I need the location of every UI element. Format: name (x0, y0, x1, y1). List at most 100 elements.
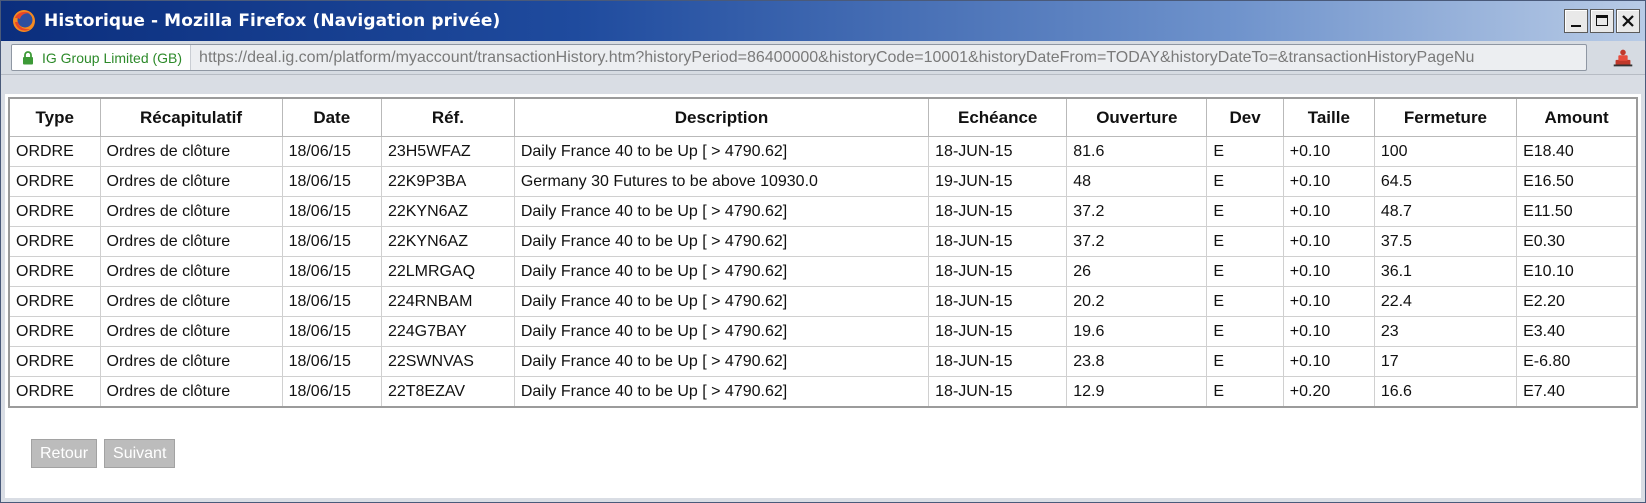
cell-ref: 224RNBAM (380, 286, 515, 317)
cell-echeance: 18-JUN-15 (928, 376, 1068, 408)
cell-recap: Ordres de clôture (99, 316, 283, 347)
cell-echeance: 18-JUN-15 (928, 226, 1068, 257)
table-row: ORDRE Ordres de clôture 18/06/15 224G7BAY Da… (8, 316, 1638, 347)
window-title: Historique - Mozilla Firefox (Navigation… (44, 11, 501, 31)
cell-ouverture: 37.2 (1066, 196, 1208, 227)
table-row: ORDRE Ordres de clôture 18/06/15 22T8EZAV Da… (8, 376, 1638, 408)
cell-dev: E (1206, 196, 1284, 227)
cell-date: 18/06/15 (281, 286, 382, 317)
col-header-description[interactable]: Description (513, 97, 930, 137)
title-bar[interactable]: Historique - Mozilla Firefox (Navigation… (1, 1, 1645, 41)
table-row: ORDRE Ordres de clôture 18/06/15 22K9P3BA Ge… (8, 166, 1638, 197)
cell-echeance: 18-JUN-15 (928, 316, 1068, 347)
cell-recap: Ordres de clôture (99, 166, 283, 197)
cell-amount: E7.40 (1516, 376, 1638, 408)
table-row: ORDRE Ordres de clôture 18/06/15 224RNBAM Da… (8, 286, 1638, 317)
cell-ouverture: 48 (1066, 166, 1208, 197)
table-row: ORDRE Ordres de clôture 18/06/15 23H5WFAZ Da… (8, 136, 1638, 167)
cell-date: 18/06/15 (281, 346, 382, 377)
page-content: Type Récapitulatif Date Réf. Description… (5, 94, 1641, 498)
cell-ref: 22K9P3BA (380, 166, 515, 197)
cell-amount: E0.30 (1516, 226, 1638, 257)
col-header-recap[interactable]: Récapitulatif (99, 97, 283, 137)
cell-description: Germany 30 Futures to be above 10930.0 (513, 166, 930, 197)
col-header-ouverture[interactable]: Ouverture (1066, 97, 1208, 137)
table-header-row: Type Récapitulatif Date Réf. Description… (8, 97, 1638, 137)
cell-taille: +0.10 (1282, 136, 1375, 167)
cell-fermeture: 16.6 (1373, 376, 1518, 408)
maximize-icon[interactable] (1590, 9, 1614, 33)
cell-ouverture: 19.6 (1066, 316, 1208, 347)
col-header-echeance[interactable]: Echéance (928, 97, 1068, 137)
cell-description: Daily France 40 to be Up [ > 4790.62] (513, 226, 930, 257)
cell-ouverture: 81.6 (1066, 136, 1208, 167)
cell-fermeture: 36.1 (1373, 256, 1518, 287)
cell-type: ORDRE (8, 166, 101, 197)
col-header-taille[interactable]: Taille (1282, 97, 1375, 137)
cell-ref: 224G7BAY (380, 316, 515, 347)
cell-ouverture: 37.2 (1066, 226, 1208, 257)
navigation-toolbar: IG Group Limited (GB) https://deal.ig.co… (1, 41, 1645, 75)
cell-ref: 23H5WFAZ (380, 136, 515, 167)
cell-taille: +0.10 (1282, 316, 1375, 347)
cell-ouverture: 26 (1066, 256, 1208, 287)
site-identity[interactable]: IG Group Limited (GB) (12, 45, 192, 70)
private-browsing-icon[interactable] (1609, 44, 1637, 72)
col-header-date[interactable]: Date (281, 97, 382, 137)
cell-ref: 22KYN6AZ (380, 226, 515, 257)
url-bar[interactable]: IG Group Limited (GB) https://deal.ig.co… (11, 44, 1587, 71)
table-row: ORDRE Ordres de clôture 18/06/15 22LMRGAQ Da… (8, 256, 1638, 287)
cell-taille: +0.10 (1282, 226, 1375, 257)
cell-date: 18/06/15 (281, 166, 382, 197)
cell-amount: E16.50 (1516, 166, 1638, 197)
back-button[interactable]: Retour (31, 439, 98, 468)
cell-date: 18/06/15 (281, 256, 382, 287)
col-header-amount[interactable]: Amount (1516, 97, 1638, 137)
cell-ref: 22LMRGAQ (380, 256, 515, 287)
cell-recap: Ordres de clôture (99, 196, 283, 227)
cell-type: ORDRE (8, 196, 101, 227)
cell-type: ORDRE (8, 346, 101, 377)
cell-fermeture: 37.5 (1373, 226, 1518, 257)
cell-description: Daily France 40 to be Up [ > 4790.62] (513, 376, 930, 408)
cell-dev: E (1206, 286, 1284, 317)
url-text[interactable]: https://deal.ig.com/platform/myaccount/t… (191, 45, 1474, 70)
cell-echeance: 18-JUN-15 (928, 196, 1068, 227)
col-header-ref[interactable]: Réf. (380, 97, 515, 137)
cell-description: Daily France 40 to be Up [ > 4790.62] (513, 316, 930, 347)
cell-ouverture: 20.2 (1066, 286, 1208, 317)
cell-type: ORDRE (8, 286, 101, 317)
cell-date: 18/06/15 (281, 136, 382, 167)
transaction-history-table: Type Récapitulatif Date Réf. Description… (8, 97, 1638, 408)
cell-recap: Ordres de clôture (99, 346, 283, 377)
cell-description: Daily France 40 to be Up [ > 4790.62] (513, 256, 930, 287)
cell-amount: E3.40 (1516, 316, 1638, 347)
lock-icon (23, 51, 33, 65)
cell-date: 18/06/15 (281, 316, 382, 347)
cell-taille: +0.10 (1282, 286, 1375, 317)
cell-recap: Ordres de clôture (99, 136, 283, 167)
cell-dev: E (1206, 316, 1284, 347)
cell-recap: Ordres de clôture (99, 256, 283, 287)
table-row: ORDRE Ordres de clôture 18/06/15 22KYN6AZ Da… (8, 196, 1638, 227)
cell-description: Daily France 40 to be Up [ > 4790.62] (513, 136, 930, 167)
cell-echeance: 18-JUN-15 (928, 136, 1068, 167)
minimize-icon[interactable] (1564, 9, 1588, 33)
cell-date: 18/06/15 (281, 226, 382, 257)
cell-dev: E (1206, 376, 1284, 408)
cell-echeance: 18-JUN-15 (928, 256, 1068, 287)
cell-date: 18/06/15 (281, 376, 382, 408)
col-header-dev[interactable]: Dev (1206, 97, 1284, 137)
col-header-type[interactable]: Type (8, 97, 101, 137)
close-icon[interactable] (1616, 9, 1640, 33)
col-header-fermeture[interactable]: Fermeture (1373, 97, 1518, 137)
cell-dev: E (1206, 256, 1284, 287)
cell-dev: E (1206, 346, 1284, 377)
cell-amount: E2.20 (1516, 286, 1638, 317)
cell-description: Daily France 40 to be Up [ > 4790.62] (513, 196, 930, 227)
next-button[interactable]: Suivant (104, 439, 176, 468)
pagination-buttons: Retour Suivant (31, 439, 176, 468)
cell-taille: +0.10 (1282, 256, 1375, 287)
cell-type: ORDRE (8, 376, 101, 408)
cell-echeance: 19-JUN-15 (928, 166, 1068, 197)
